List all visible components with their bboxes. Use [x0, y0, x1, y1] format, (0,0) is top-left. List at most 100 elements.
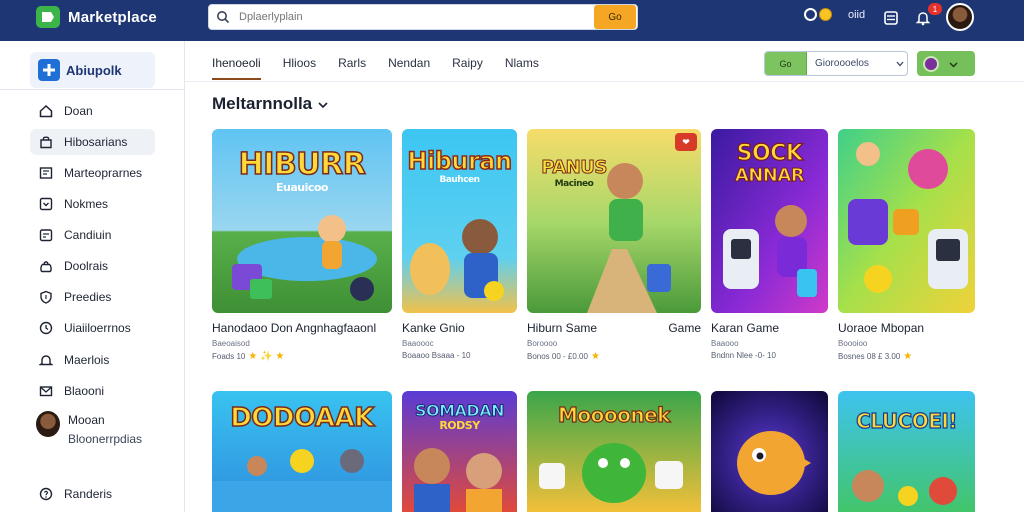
home-icon: [38, 103, 54, 119]
game-thumbnail[interactable]: SOCK ANNAR: [711, 129, 828, 313]
profile-theme-toggle[interactable]: [917, 51, 975, 76]
sidebar-item-shield[interactable]: Preedies: [30, 284, 155, 310]
filter-toggle[interactable]: Go: [765, 52, 807, 75]
game-card[interactable]: HIBURR Euauicoo Hanodaoo Don Angnhagfaao…: [212, 129, 392, 362]
rating-stars: ★ ✨ ★: [248, 351, 285, 362]
sidebar-item-mail[interactable]: Blaooni: [30, 378, 155, 404]
game-thumbnail[interactable]: SOMADAN RODSY: [402, 391, 517, 512]
sidebar-item-store[interactable]: Hibosarians: [30, 129, 155, 155]
sidebar-item-downloads[interactable]: Nokmes: [30, 191, 155, 217]
user-avatar[interactable]: [946, 3, 974, 31]
favorite-badge[interactable]: ❤: [675, 133, 697, 151]
game-thumbnail[interactable]: DODOAAK: [212, 391, 392, 512]
notification-badge: 1: [928, 3, 942, 15]
section-title[interactable]: Meltarnnolla: [212, 94, 328, 114]
tab-raipy[interactable]: Raipy: [452, 54, 483, 80]
game-publisher: Baaooo: [711, 339, 739, 348]
thumbnail-title: SOMADAN: [415, 401, 505, 421]
sidebar-user-avatar: [36, 411, 60, 437]
plus-app-icon: [38, 59, 60, 81]
store-icon: [38, 134, 54, 150]
sidebar-item-calendar[interactable]: Candiuin: [30, 222, 155, 248]
sidebar-item-clock[interactable]: Uiaiiloerrnos: [30, 315, 155, 341]
sidebar-item-label: Nokmes: [64, 197, 109, 211]
thumbnail-title: Moooonek: [557, 402, 671, 427]
game-thumbnail[interactable]: Moooonek: [527, 391, 701, 512]
sidebar-user-text: Mooan Bloonerrpdias: [68, 411, 142, 449]
game-thumbnail[interactable]: [838, 129, 975, 313]
game-card[interactable]: Uoraoe Mbopan Boooioo Bosnes 08 £ 3.00 ★: [838, 129, 975, 362]
game-publisher: Boroooo: [527, 339, 558, 348]
game-card[interactable]: CLUCOEI!: [838, 391, 975, 512]
game-card[interactable]: DODOAAK: [212, 391, 392, 512]
sidebar-item-grid[interactable]: Marteoprarnes: [30, 160, 155, 186]
cart-icon[interactable]: [882, 9, 900, 27]
sort-filter-dropdown[interactable]: Go Gioroooelos: [764, 51, 908, 76]
search-input[interactable]: [237, 5, 594, 29]
thumbnail-subtitle: Euauicoo: [275, 181, 329, 194]
sidebar-item-bag[interactable]: Doolrais: [30, 253, 155, 279]
thumbnail-subtitle: ANNAR: [734, 165, 805, 187]
game-card[interactable]: SOMADAN RODSY: [402, 391, 517, 512]
game-meta: Foads 10 ★ ✨ ★: [212, 351, 285, 362]
top-bar: Marketplace Go oiid 1: [0, 0, 1024, 41]
game-meta: Bonos 00 - £0.00 ★: [527, 351, 600, 362]
tab-nlams[interactable]: Nlams: [505, 54, 539, 80]
thumbnail-subtitle: Bauhcen: [439, 175, 480, 185]
brand[interactable]: Marketplace: [36, 6, 157, 28]
game-thumbnail[interactable]: CLUCOEI!: [838, 391, 975, 512]
game-card[interactable]: Hiburan Bauhcen Kanke Gnio Baaoooc Boaao…: [402, 129, 517, 360]
coin-outline-icon: [804, 8, 817, 21]
game-title: Uoraoe Mbopan: [838, 321, 925, 335]
game-title: Kanke Gnio: [402, 321, 465, 335]
game-card[interactable]: Moooonek: [527, 391, 701, 512]
game-meta: Boaaoo Bsaaa - 10: [402, 351, 471, 360]
tab-featured[interactable]: Ihenoeoli: [212, 54, 261, 80]
game-publisher: Baaoooc: [402, 339, 434, 348]
game-card[interactable]: SOCK ANNAR Karan Game Baaooo Bndnn Nlee …: [711, 129, 828, 360]
thumbnail-title: HIBURR: [238, 146, 367, 183]
tab-rarls[interactable]: Rarls: [338, 54, 366, 80]
sidebar-user[interactable]: Mooan Bloonerrpdias: [36, 411, 142, 449]
sidebar-item-home[interactable]: Doan: [30, 98, 155, 124]
bell-outline-icon: [38, 352, 54, 368]
category-tabs: Ihenoeoli Hlioos Rarls Nendan Raipy Nlam…: [212, 54, 561, 80]
grid-icon: [38, 165, 54, 181]
sidebar-item-label: Preedies: [64, 290, 112, 304]
sidebar-item-bell[interactable]: Maerlois: [30, 347, 155, 373]
rating-stars: ★: [903, 351, 913, 362]
sidebar-user-subtitle: Bloonerrpdias: [68, 432, 143, 446]
marketplace-logo-icon: [36, 6, 60, 28]
calendar-icon: [38, 227, 54, 243]
sidebar-item-help[interactable]: Randeris: [30, 481, 155, 507]
game-title: Hiburn Same Game: [527, 321, 701, 335]
tab-hlioos[interactable]: Hlioos: [283, 54, 316, 80]
game-thumbnail[interactable]: [711, 391, 828, 512]
sidebar: Abiupolk Doan Hibosarians Marteoprarnes …: [0, 41, 185, 512]
sidebar-item-label: Uiaiiloerrnos: [64, 321, 131, 335]
sidebar-item-label: Hibosarians: [64, 135, 128, 149]
tabs-divider: [185, 81, 1024, 82]
sidebar-item-label: Marteoprarnes: [64, 166, 143, 180]
thumbnail-title: Hiburan: [407, 146, 513, 176]
game-thumbnail[interactable]: Hiburan Bauhcen: [402, 129, 517, 313]
section-title-label: Meltarnnolla: [212, 94, 313, 113]
coin-balance[interactable]: oiid: [804, 8, 865, 21]
game-thumbnail[interactable]: HIBURR Euauicoo: [212, 129, 392, 313]
thumbnail-title: DODOAAK: [229, 402, 375, 434]
brand-name: Marketplace: [68, 8, 157, 26]
game-thumbnail[interactable]: ❤ PANUS Macineo: [527, 129, 701, 313]
search-icon: [209, 5, 237, 29]
bag-icon: [38, 258, 54, 274]
game-title: Karan Game: [711, 321, 780, 335]
game-card[interactable]: ❤ PANUS Macineo Hiburn Same Game Boroooo …: [527, 129, 701, 362]
sidebar-brand-label: Abiupolk: [66, 62, 122, 78]
game-meta: Bosnes 08 £ 3.00 ★: [838, 351, 913, 362]
sidebar-brand[interactable]: Abiupolk: [30, 52, 155, 88]
game-card[interactable]: [711, 391, 828, 512]
search-button[interactable]: Go: [594, 5, 636, 29]
shield-icon: [38, 289, 54, 305]
mail-icon: [38, 383, 54, 399]
tab-nendan[interactable]: Nendan: [388, 54, 430, 80]
download-icon: [38, 196, 54, 212]
